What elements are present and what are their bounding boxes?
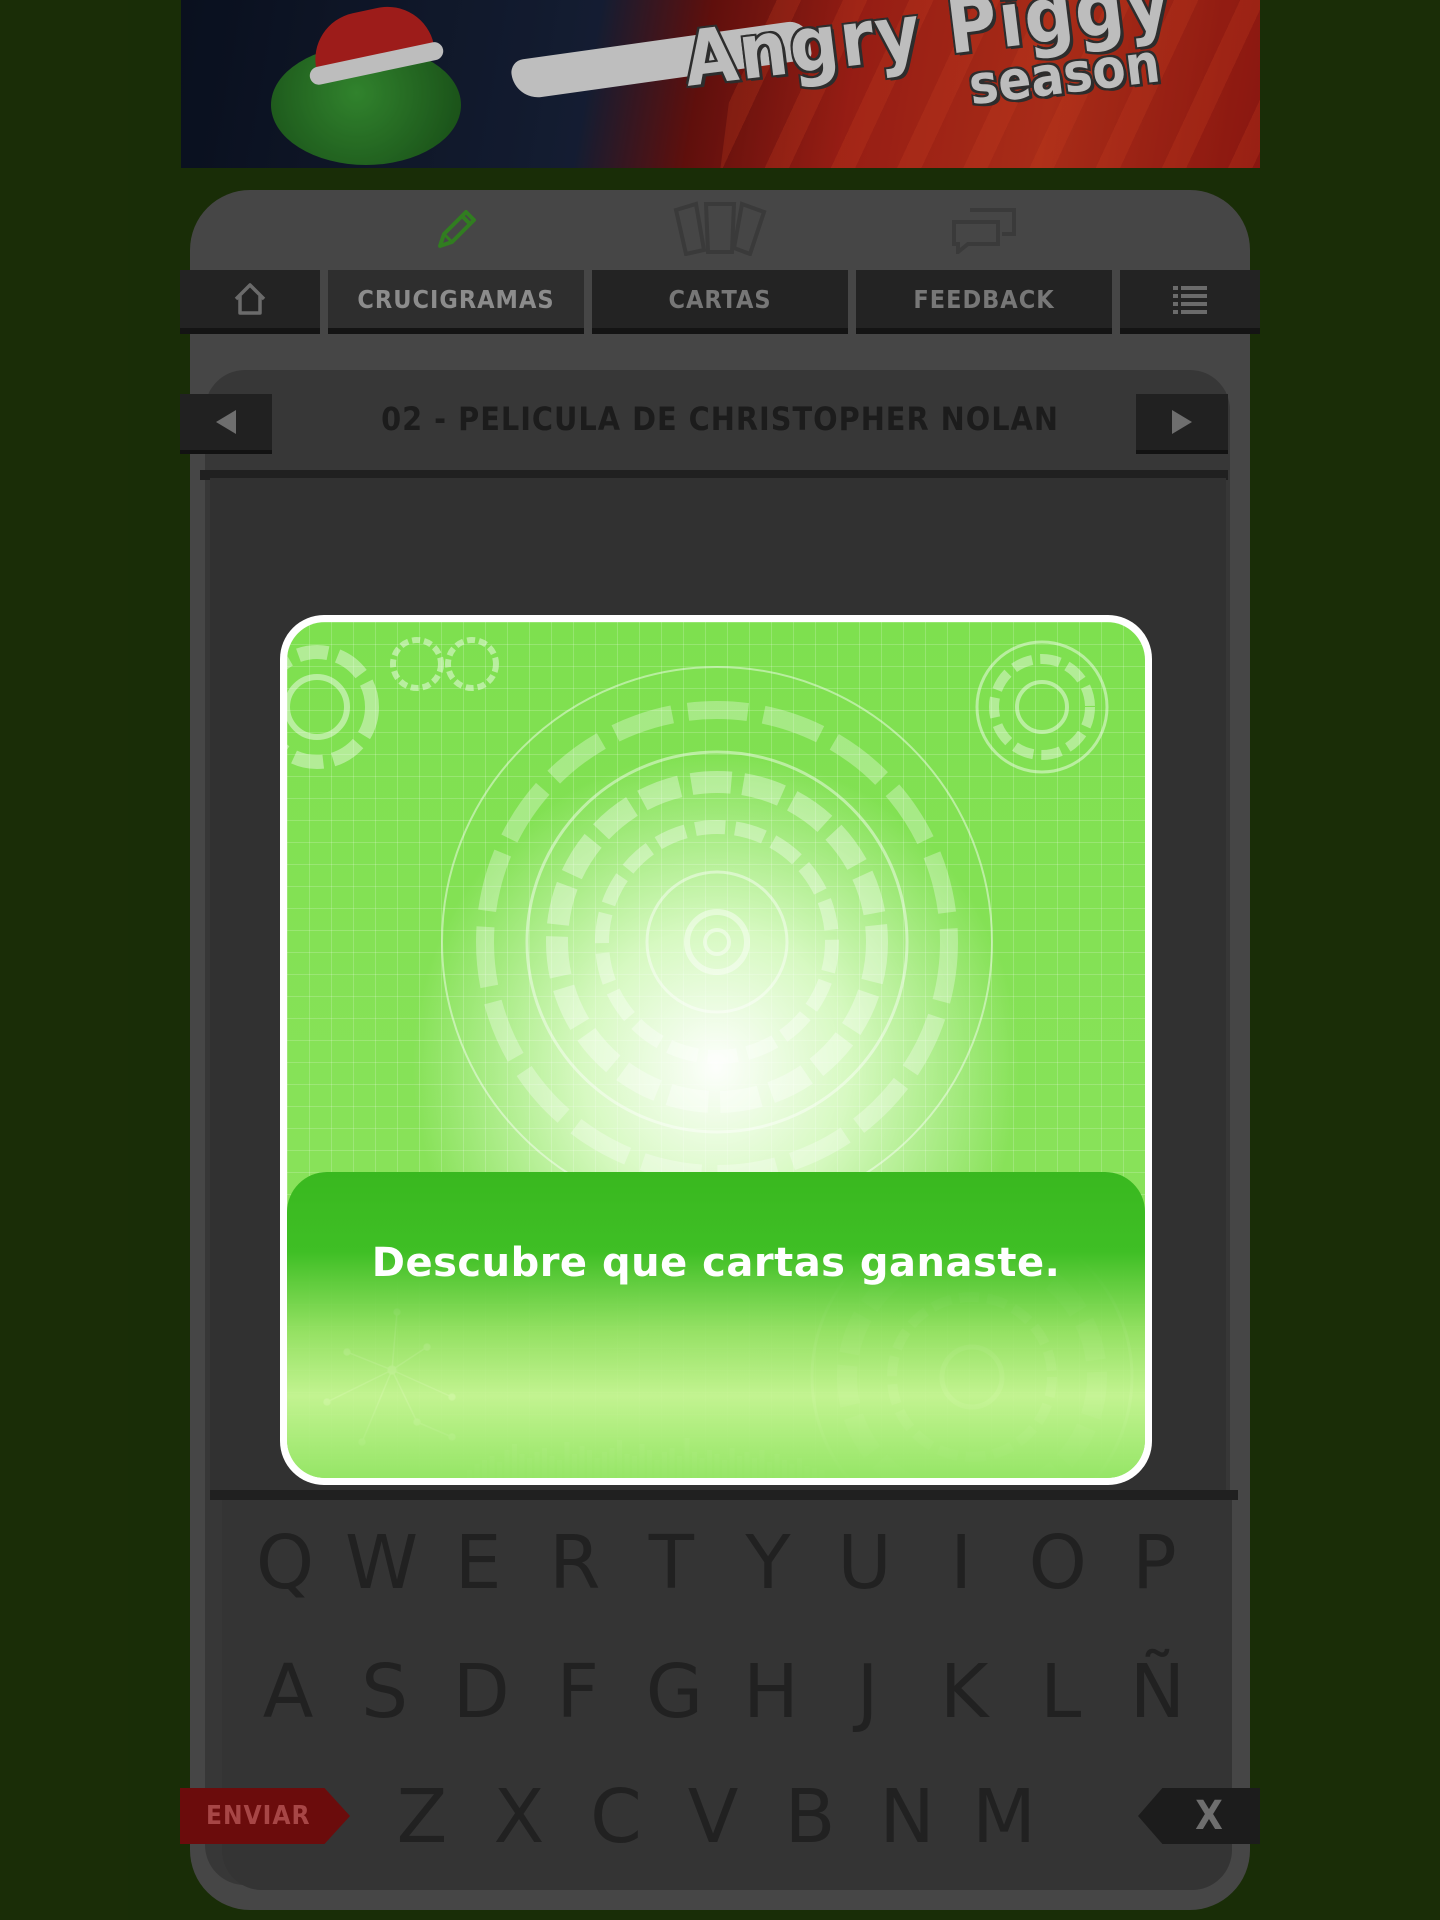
- reward-modal[interactable]: Descubre que cartas ganaste.: [280, 615, 1152, 1485]
- modal-message: Descubre que cartas ganaste.: [371, 1240, 1061, 1286]
- modal-message-band: [287, 1172, 1145, 1478]
- modal-background: [287, 622, 1145, 1478]
